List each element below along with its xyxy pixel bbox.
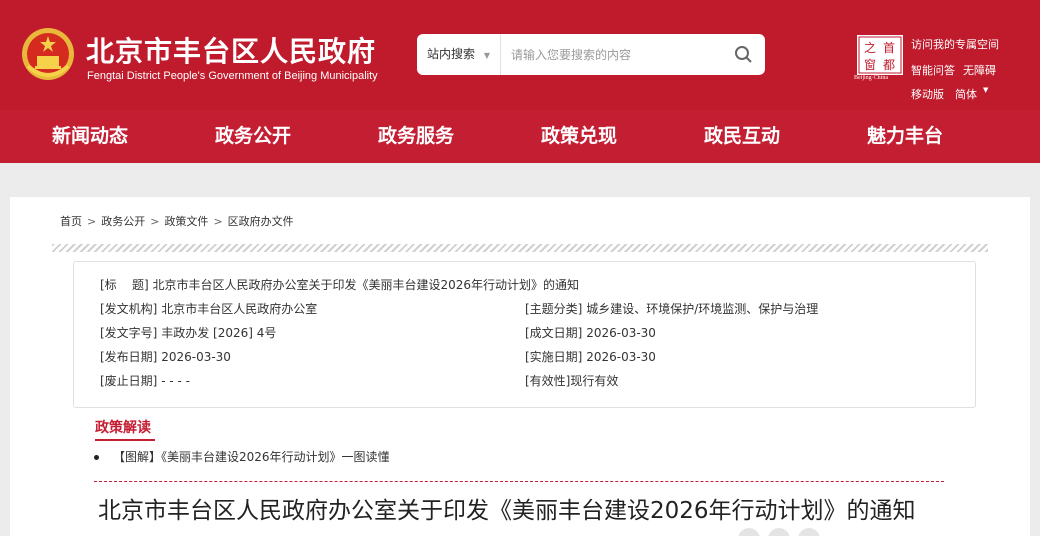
- meta-expired-value: - - - -: [161, 374, 190, 388]
- site-header: 北京市丰台区人民政府 Fengtai District People's Gov…: [0, 0, 1040, 110]
- personal-space-link[interactable]: 访问我的专属空间: [911, 36, 999, 52]
- breadcrumb-gov-affairs[interactable]: 政务公开: [101, 215, 145, 228]
- interpretation-heading: 政策解读: [95, 420, 151, 436]
- meta-created-value: 2026-03-30: [586, 326, 656, 340]
- national-emblem-icon: [22, 28, 74, 80]
- meta-effective-label: [实施日期]: [525, 350, 583, 364]
- meta-created: [成文日期] 2026-03-30: [525, 324, 656, 341]
- meta-title: [标 题] 北京市丰台区人民政府办公室关于印发《美丽丰台建设2026年行动计划》…: [100, 276, 579, 293]
- meta-title-label: [标 题]: [100, 278, 149, 292]
- meta-created-label: [成文日期]: [525, 326, 583, 340]
- language-label: 简体: [955, 88, 977, 101]
- breadcrumb-home[interactable]: 首页: [60, 215, 82, 228]
- capital-logo-char: 窗: [864, 58, 876, 72]
- accessibility-link[interactable]: 无障碍: [963, 62, 996, 78]
- breadcrumb-policy-docs[interactable]: 政策文件: [164, 215, 208, 228]
- meta-docno-value: 丰政办发 [2026] 4号: [161, 326, 277, 340]
- meta-topic: [主题分类] 城乡建设、环境保护/环境监测、保护与治理: [525, 300, 818, 317]
- share-icon[interactable]: [738, 528, 760, 536]
- main-nav: 新闻动态 政务公开 政务服务 政策兑现 政民互动 魅力丰台: [0, 110, 1040, 163]
- meta-issuer-value: 北京市丰台区人民政府办公室: [161, 302, 318, 316]
- meta-issuer-label: [发文机构]: [100, 302, 158, 316]
- nav-item-gov-affairs[interactable]: 政务公开: [201, 110, 305, 163]
- meta-effective: [实施日期] 2026-03-30: [525, 348, 656, 365]
- mobile-version-link[interactable]: 移动版: [911, 86, 944, 102]
- language-select[interactable]: 简体 ▼: [955, 86, 988, 102]
- smart-qa-link[interactable]: 智能问答: [911, 62, 955, 78]
- search-icon[interactable]: [733, 44, 755, 66]
- breadcrumb-district-docs[interactable]: 区政府办文件: [228, 215, 294, 228]
- search-input[interactable]: [503, 37, 723, 72]
- breadcrumb-separator: >: [213, 215, 223, 228]
- capital-logo-char: 都: [883, 58, 895, 72]
- interpretation-link[interactable]: 【图解】《美丽丰台建设2026年行动计划》一图读懂: [113, 450, 390, 464]
- site-subtitle: Fengtai District People's Government of …: [87, 70, 378, 82]
- search-box: 站内搜索 ▼: [417, 34, 765, 75]
- meta-expired: [废止日期] - - - -: [100, 372, 190, 389]
- chevron-down-icon: ▼: [483, 51, 490, 60]
- capital-logo-char: 之: [864, 41, 876, 55]
- nav-item-gov-services[interactable]: 政务服务: [364, 110, 468, 163]
- meta-validity-value: 现行有效: [570, 374, 619, 388]
- site-title: 北京市丰台区人民政府: [86, 35, 377, 68]
- document-meta-box: [标 题] 北京市丰台区人民政府办公室关于印发《美丽丰台建设2026年行动计划》…: [73, 261, 976, 408]
- meta-topic-value: 城乡建设、环境保护/环境监测、保护与治理: [586, 302, 819, 316]
- search-scope-select[interactable]: 站内搜索 ▼: [417, 34, 501, 75]
- interpretation-underline: [95, 439, 155, 441]
- breadcrumb-separator: >: [150, 215, 160, 228]
- nav-item-interaction[interactable]: 政民互动: [690, 110, 794, 163]
- share-icon[interactable]: [798, 528, 820, 536]
- nav-item-policy[interactable]: 政策兑现: [527, 110, 631, 163]
- capital-logo-caption: Beijing·China: [854, 75, 888, 81]
- meta-published-value: 2026-03-30: [161, 350, 231, 364]
- search-scope-label: 站内搜索: [427, 47, 476, 61]
- meta-published: [发布日期] 2026-03-30: [100, 348, 231, 365]
- meta-topic-label: [主题分类]: [525, 302, 583, 316]
- meta-published-label: [发布日期]: [100, 350, 158, 364]
- meta-title-value: 北京市丰台区人民政府办公室关于印发《美丽丰台建设2026年行动计划》的通知: [152, 278, 579, 292]
- meta-validity: [有效性]现行有效: [525, 372, 618, 389]
- divider: [94, 481, 944, 482]
- share-icons: [738, 528, 828, 536]
- article-title: 北京市丰台区人民政府办公室关于印发《美丽丰台建设2026年行动计划》的通知: [98, 498, 916, 524]
- meta-docno-label: [发文字号]: [100, 326, 158, 340]
- nav-item-news[interactable]: 新闻动态: [38, 110, 142, 163]
- meta-validity-label: [有效性]: [525, 374, 571, 388]
- meta-effective-value: 2026-03-30: [586, 350, 656, 364]
- divider: [52, 244, 988, 252]
- nav-item-charm-fengtai[interactable]: 魅力丰台: [853, 110, 957, 163]
- share-icon[interactable]: [768, 528, 790, 536]
- breadcrumb-separator: >: [87, 215, 97, 228]
- breadcrumb: 首页 > 政务公开 > 政策文件 > 区政府办文件: [60, 213, 294, 229]
- meta-docno: [发文字号] 丰政办发 [2026] 4号: [100, 324, 276, 341]
- list-item: 【图解】《美丽丰台建设2026年行动计划》一图读懂: [94, 448, 390, 465]
- meta-issuer: [发文机构] 北京市丰台区人民政府办公室: [100, 300, 317, 317]
- bullet-icon: [94, 455, 99, 460]
- meta-expired-label: [废止日期]: [100, 374, 158, 388]
- chevron-down-icon: ▼: [983, 86, 989, 94]
- content-panel: 首页 > 政务公开 > 政策文件 > 区政府办文件 [标 题] 北京市丰台区人民政府办公室关…: [10, 197, 1030, 536]
- capital-logo-char: 首: [883, 41, 895, 55]
